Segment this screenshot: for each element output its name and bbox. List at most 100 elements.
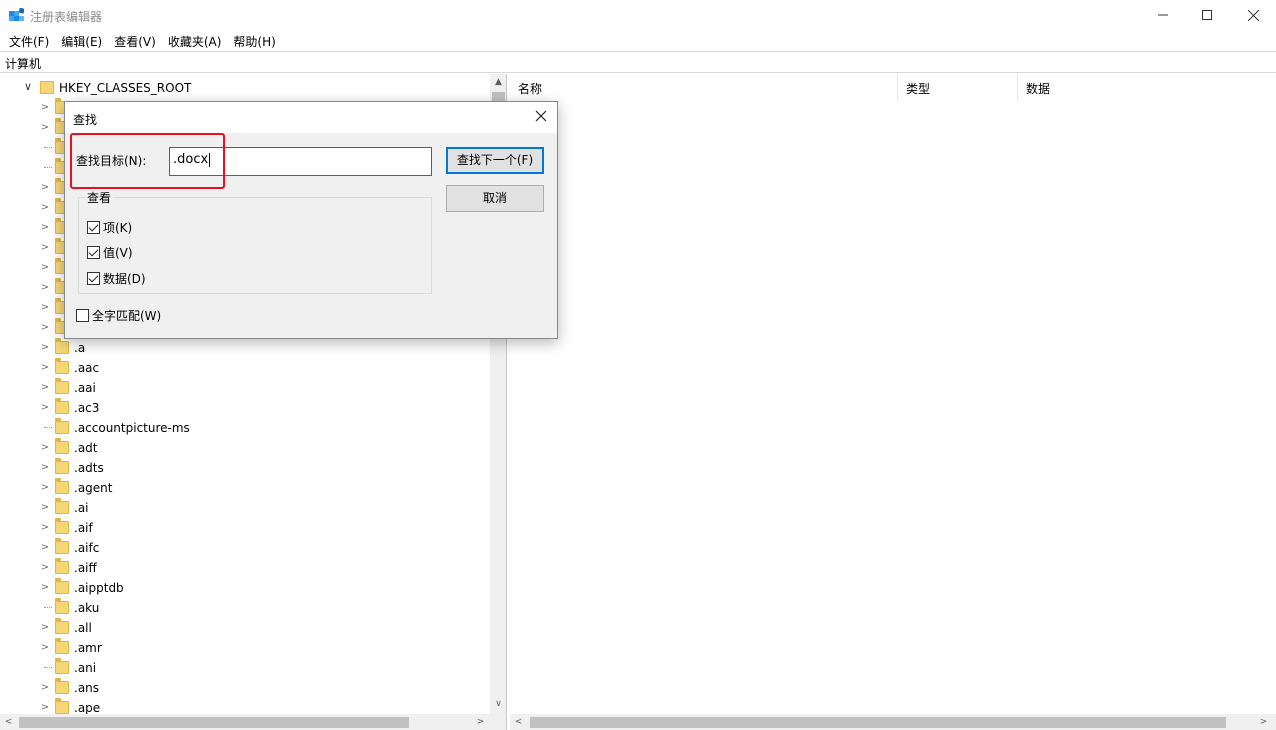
checkbox-values[interactable] [87, 245, 100, 259]
close-button[interactable] [1230, 0, 1276, 31]
tree-item[interactable]: > .amr [0, 638, 490, 658]
chevron-right-icon[interactable]: > [40, 478, 50, 498]
menu-favorites[interactable]: 收藏夹(A) [162, 31, 228, 51]
minimize-button[interactable] [1140, 0, 1186, 31]
chevron-right-icon[interactable]: > [40, 378, 50, 398]
tree-item-label: .adts [74, 461, 104, 475]
chevron-right-icon[interactable]: > [40, 438, 50, 458]
option-keys-label: 项(K) [103, 220, 133, 235]
checkbox-keys[interactable] [87, 220, 100, 234]
tree-item[interactable]: > .adt [0, 438, 490, 458]
tree-item[interactable]: .aku [0, 598, 490, 618]
menu-view[interactable]: 查看(V) [108, 31, 162, 51]
chevron-right-icon[interactable]: > [40, 198, 50, 218]
tree-connector [44, 607, 52, 608]
tree-item-label: .ac3 [74, 401, 100, 415]
scroll-down-icon[interactable]: ∨ [490, 696, 506, 713]
tree-item[interactable]: > .agent [0, 478, 490, 498]
tree-item-label: .aac [74, 361, 100, 375]
tree-item[interactable]: > .aac [0, 358, 490, 378]
chevron-right-icon[interactable]: > [40, 638, 50, 658]
tree-item[interactable]: .accountpicture-ms [0, 418, 490, 438]
checkbox-match-whole[interactable] [76, 308, 89, 322]
values-horizontal-scrollbar[interactable]: < > [510, 714, 1276, 730]
scroll-right-icon[interactable]: > [1255, 714, 1272, 730]
column-header-name[interactable]: 名称 [510, 74, 898, 100]
dialog-close-button[interactable] [531, 107, 551, 127]
tree-item-label: .amr [74, 641, 102, 655]
option-match-whole-label: 全字匹配(W) [92, 308, 162, 323]
tree-item[interactable]: > .adts [0, 458, 490, 478]
chevron-right-icon[interactable]: > [40, 678, 50, 698]
scroll-thumb[interactable] [19, 717, 409, 728]
regedit-app-icon [9, 8, 24, 21]
tree-connector [44, 427, 52, 428]
tree-item[interactable]: > .ac3 [0, 398, 490, 418]
tree-item-label: .ai [74, 501, 89, 515]
chevron-right-icon[interactable]: > [40, 358, 50, 378]
maximize-icon [1202, 10, 1212, 20]
tree-item[interactable]: > .aif [0, 518, 490, 538]
chevron-right-icon[interactable]: > [40, 98, 50, 118]
option-match-whole[interactable]: 全字匹配(W) [76, 306, 161, 324]
tree-item-label: .all [74, 621, 92, 635]
tree-horizontal-scrollbar[interactable]: < > [0, 714, 490, 730]
tree-connector [44, 667, 52, 668]
chevron-right-icon[interactable]: > [40, 278, 50, 298]
menu-bar: 文件(F) 编辑(E) 查看(V) 收藏夹(A) 帮助(H) [0, 31, 1276, 51]
close-icon [535, 110, 547, 122]
chevron-down-icon[interactable]: ∨ [24, 80, 32, 93]
scroll-left-icon[interactable]: < [0, 714, 17, 730]
folder-icon [55, 538, 69, 554]
chevron-right-icon[interactable]: > [40, 238, 50, 258]
option-keys[interactable]: 项(K) [87, 218, 132, 236]
tree-item[interactable]: > .aipptdb [0, 578, 490, 598]
chevron-right-icon[interactable]: > [40, 118, 50, 138]
chevron-right-icon[interactable]: > [40, 178, 50, 198]
folder-icon [55, 678, 69, 694]
look-at-group: 查看 项(K) 值(V) 数据(D) [78, 189, 432, 294]
scroll-up-icon[interactable]: ▲ [490, 74, 506, 91]
find-next-button[interactable]: 查找下一个(F) [446, 147, 544, 174]
checkbox-data[interactable] [87, 271, 100, 285]
chevron-right-icon[interactable]: > [40, 338, 50, 358]
tree-item[interactable]: > .a [0, 338, 490, 358]
scroll-right-icon[interactable]: > [472, 714, 489, 730]
values-pane: 名称 类型 数据 < > [510, 74, 1276, 730]
menu-file[interactable]: 文件(F) [3, 31, 55, 51]
tree-item[interactable]: > .aiff [0, 558, 490, 578]
menu-help[interactable]: 帮助(H) [227, 31, 281, 51]
tree-item[interactable]: > .ans [0, 678, 490, 698]
scroll-left-icon[interactable]: < [510, 714, 527, 730]
chevron-right-icon[interactable]: > [40, 558, 50, 578]
chevron-right-icon[interactable]: > [40, 578, 50, 598]
maximize-button[interactable] [1184, 0, 1230, 31]
chevron-right-icon[interactable]: > [40, 218, 50, 238]
scroll-thumb[interactable] [530, 717, 1226, 728]
chevron-right-icon[interactable]: > [40, 318, 50, 338]
tree-item[interactable]: > .aai [0, 378, 490, 398]
chevron-right-icon[interactable]: > [40, 398, 50, 418]
tree-item[interactable]: > .all [0, 618, 490, 638]
chevron-right-icon[interactable]: > [40, 538, 50, 558]
chevron-right-icon[interactable]: > [40, 498, 50, 518]
option-data[interactable]: 数据(D) [87, 269, 146, 287]
menu-edit[interactable]: 编辑(E) [55, 31, 108, 51]
tree-item-label: .ani [74, 661, 97, 675]
cancel-button[interactable]: 取消 [446, 185, 544, 212]
option-values[interactable]: 值(V) [87, 243, 133, 261]
chevron-right-icon[interactable]: > [40, 298, 50, 318]
chevron-right-icon[interactable]: > [40, 618, 50, 638]
chevron-right-icon[interactable]: > [40, 458, 50, 478]
chevron-right-icon[interactable]: > [40, 258, 50, 278]
column-header-data[interactable]: 数据 [1018, 74, 1276, 100]
tree-item-label: .aif [74, 521, 93, 535]
chevron-right-icon[interactable]: > [40, 518, 50, 538]
tree-item-label: .agent [74, 481, 113, 495]
tree-item[interactable]: > .aifc [0, 538, 490, 558]
folder-icon [55, 398, 69, 414]
address-bar[interactable]: 计算机 [0, 51, 1276, 73]
tree-item[interactable]: > .ai [0, 498, 490, 518]
column-header-type[interactable]: 类型 [898, 74, 1018, 100]
tree-item[interactable]: .ani [0, 658, 490, 678]
